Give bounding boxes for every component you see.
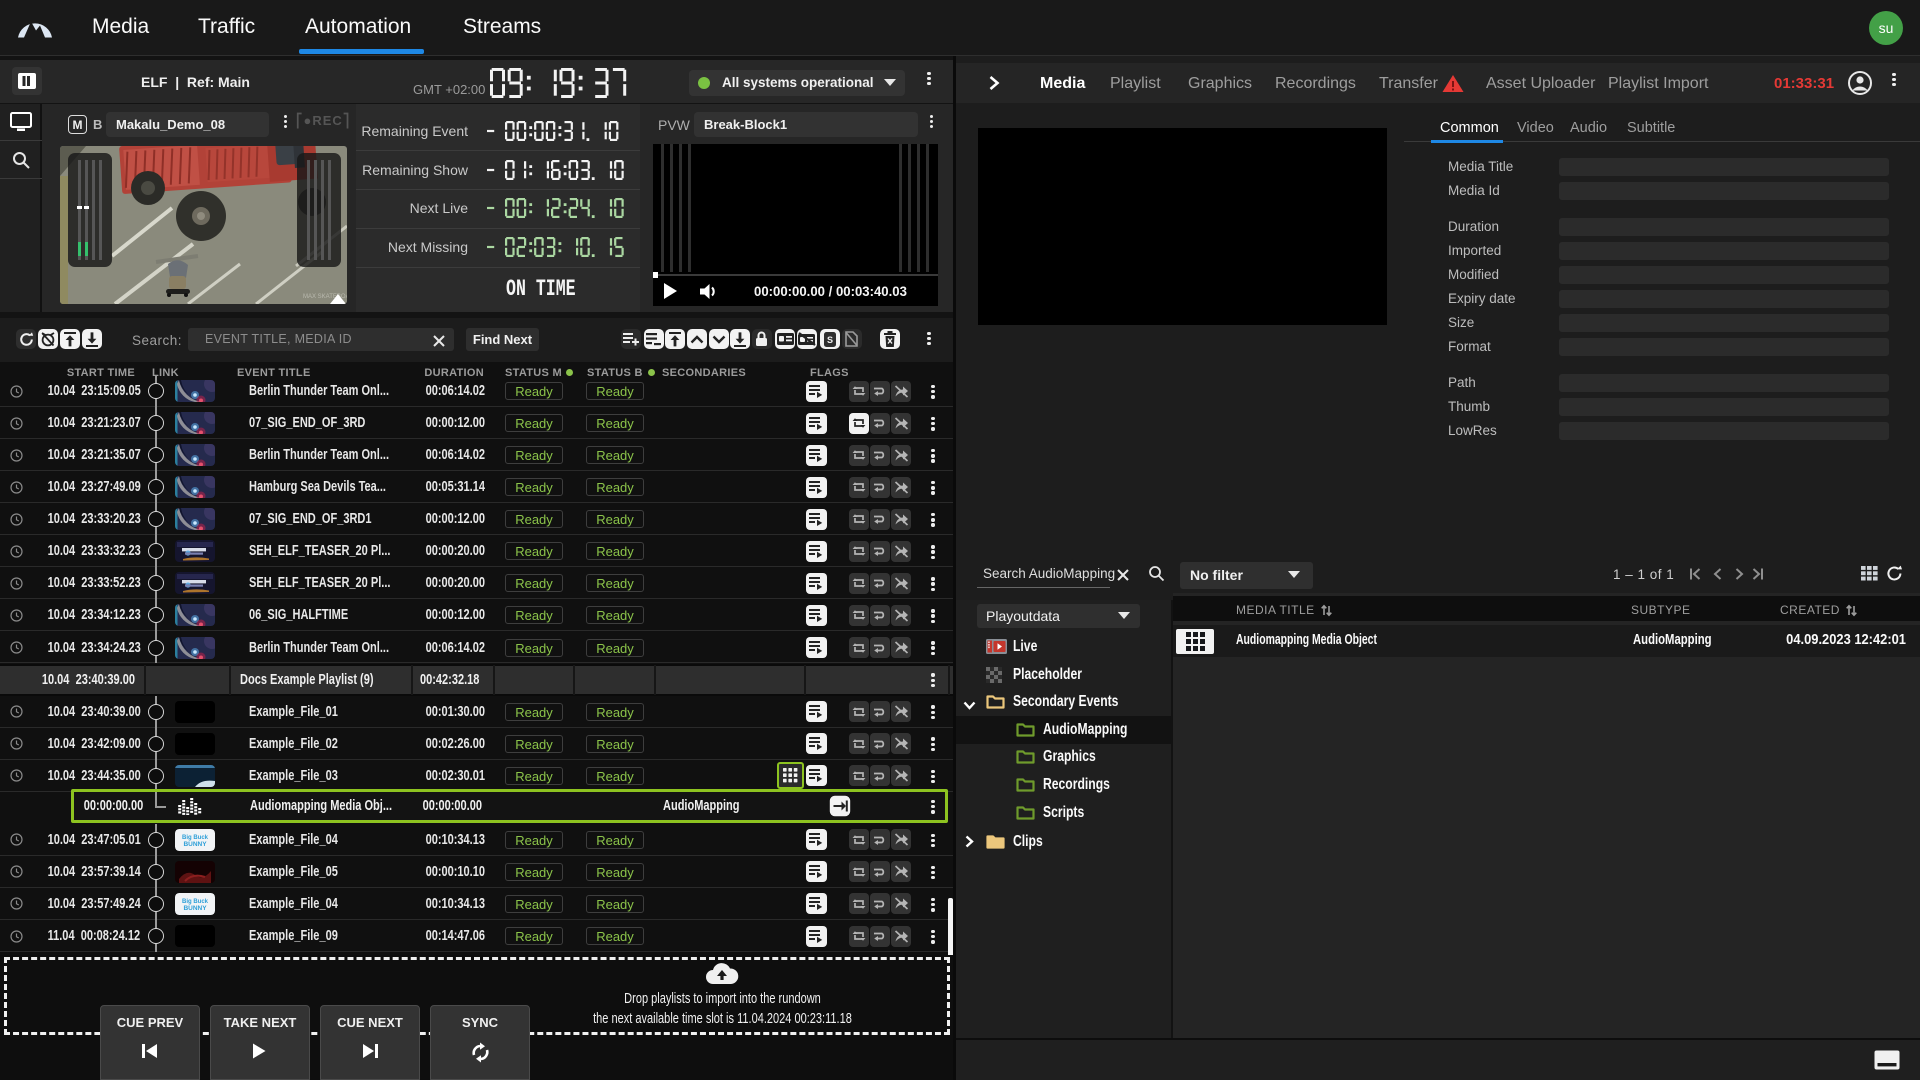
svg-text:BUNNY: BUNNY xyxy=(183,905,207,912)
svg-text:BUNNY: BUNNY xyxy=(183,841,207,848)
svg-text:S: S xyxy=(826,335,832,345)
